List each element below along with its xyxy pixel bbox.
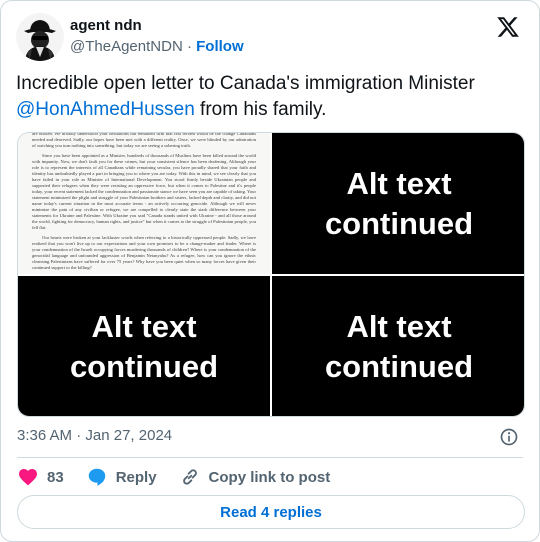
reply-button[interactable]: Reply xyxy=(86,466,157,488)
post-date: Jan 27, 2024 xyxy=(85,427,173,444)
post-timestamp[interactable]: 3:36 AM · Jan 27, 2024 xyxy=(17,427,172,444)
like-count: 83 xyxy=(47,468,64,486)
like-button[interactable]: 83 xyxy=(17,466,64,488)
document-text: are broken. We broadly understood your h… xyxy=(32,133,256,274)
mention-link[interactable]: @HonAhmedHussen xyxy=(16,99,195,120)
author-display-name[interactable]: agent ndn xyxy=(70,17,142,34)
alt-text-label: Alt text continued xyxy=(324,165,474,241)
alt-text-label: Alt text continued xyxy=(324,309,474,384)
author-handle[interactable]: @TheAgentNDN xyxy=(70,38,183,55)
divider xyxy=(17,457,523,458)
link-icon xyxy=(182,469,197,485)
document-paragraph: Our hearts were broken at your lackluste… xyxy=(32,235,256,270)
author-avatar[interactable] xyxy=(16,13,64,61)
post-text-after: from his family. xyxy=(194,99,327,120)
document-paragraph: are broken. We broadly understood your h… xyxy=(32,133,256,148)
follow-button[interactable]: Follow xyxy=(196,38,244,55)
document-paragraph: Since you have been appointed as a Minis… xyxy=(32,153,256,230)
media-grid: are broken. We broadly understood your h… xyxy=(17,132,525,417)
reply-label: Reply xyxy=(115,468,157,486)
alt-text-label: Alt text continued xyxy=(69,309,219,384)
media-document-image[interactable]: are broken. We broadly understood your h… xyxy=(18,133,270,274)
post-text-before: Incredible open letter to Canada's immig… xyxy=(16,73,475,94)
handle-separator: · xyxy=(186,38,192,55)
embedded-post-card: agent ndn @TheAgentNDN · Follow Incredib… xyxy=(0,0,540,542)
speech-bubble-icon xyxy=(88,468,105,486)
copy-link-button[interactable]: Copy link to post xyxy=(179,466,331,488)
author-handle-row: @TheAgentNDN · Follow xyxy=(70,38,244,55)
post-text: Incredible open letter to Canada's immig… xyxy=(16,71,521,123)
timestamp-separator: · xyxy=(76,427,82,444)
post-time: 3:36 AM xyxy=(17,427,73,444)
post-header: agent ndn @TheAgentNDN · Follow xyxy=(16,13,524,63)
media-alt-text-image[interactable]: Alt text continued xyxy=(272,133,524,274)
avatar-image xyxy=(16,13,64,61)
read-replies-button[interactable]: Read 4 replies xyxy=(17,495,525,529)
heart-icon xyxy=(19,469,37,486)
media-alt-text-image[interactable]: Alt text continued xyxy=(18,276,270,416)
info-icon[interactable] xyxy=(499,427,519,447)
action-bar: 83 Reply Copy link to post xyxy=(17,467,352,487)
x-logo-icon[interactable] xyxy=(496,15,520,39)
media-alt-text-image[interactable]: Alt text continued xyxy=(272,276,524,416)
copy-link-label: Copy link to post xyxy=(208,468,331,486)
